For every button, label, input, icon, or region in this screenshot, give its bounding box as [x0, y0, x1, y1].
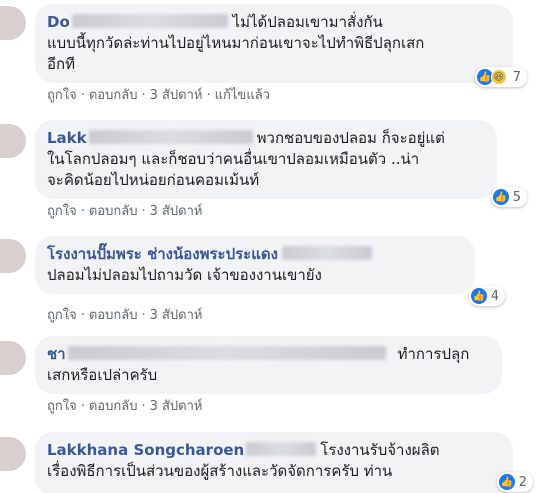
comment-text-line: โรงงานรับจ้างผลิต [320, 441, 440, 459]
avatar[interactable] [0, 124, 26, 158]
comment-text-line: แบบนี้ทุกวัดล่ะท่านไปอยู่ไหนมาก่อนเขาจะไ… [47, 34, 425, 52]
comment-actions: ถูกใจ · ตอบกลับ · 3 สัปดาห์ [47, 308, 203, 323]
comment-bubble: โรงงานปั๊มพระ ช่างน้องพระประแดง ปลอมไม่ป… [35, 236, 505, 306]
comment-text-line: อีกที [47, 55, 75, 73]
comment-actions: ถูกใจ · ตอบกลับ · 3 สัปดาห์ [47, 399, 203, 414]
reaction-count: 2 [518, 474, 527, 490]
like-icon: 👍 [498, 474, 515, 490]
comment-2: Lakk พวกชอบของปลอม ก็จะอยู่แต่ ในโลกปลอมๆ… [35, 120, 550, 220]
comment-timestamp[interactable]: 3 สัปดาห์ [150, 88, 203, 103]
reaction-count: 7 [512, 69, 521, 85]
comment-actions: ถูกใจ · ตอบกลับ · 3 สัปดาห์ · แก้ไขแล้ว [47, 88, 270, 103]
reply-action[interactable]: ตอบกลับ [89, 88, 138, 103]
avatar[interactable] [0, 341, 26, 375]
like-action[interactable]: ถูกใจ [47, 308, 77, 323]
redacted-text [67, 346, 386, 360]
comment-text-line: ทำการปลุก [397, 345, 470, 363]
avatar[interactable] [0, 6, 26, 40]
comment-text-line: ไม่ได้ปลอมเขามาสั่งกัน [232, 13, 383, 31]
avatar[interactable] [0, 437, 26, 471]
edited-label[interactable]: แก้ไขแล้ว [215, 88, 270, 103]
like-action[interactable]: ถูกใจ [47, 88, 77, 103]
comment-text-line: เรื่องพิธีการเป็นส่วนของผู้สร้างและวัดจั… [47, 462, 393, 480]
comment-4: ชา ทำการปลุก เสกหรือเปล่าครับ ถูกใจ · ตอบกล… [35, 336, 550, 415]
comment-text-line: เสกหรือเปล่าครับ [47, 366, 158, 384]
reaction-count: 5 [512, 189, 521, 205]
comment-author[interactable]: ชา [47, 345, 66, 363]
comment-1: Do ไม่ได้ปลอมเขามาสั่งกัน แบบนี้ทุกวัดล่… [35, 4, 550, 104]
reaction-summary[interactable]: 👍 😆 7 [474, 67, 527, 87]
comment-bubble: ชา ทำการปลุก เสกหรือเปล่าครับ [35, 336, 502, 394]
like-icon: 👍 [470, 288, 487, 304]
reply-action[interactable]: ตอบกลับ [89, 204, 138, 219]
comment-5: Lakkhana Songcharoen โรงงานรับจ้างผลิต เร… [35, 432, 550, 493]
comment-text-line: จะคิดน้อยไปหน่อยก่อนคอมเม้นท์ [47, 171, 260, 189]
like-action[interactable]: ถูกใจ [47, 399, 77, 414]
comment-3: โรงงานปั๊มพระ ช่างน้องพระประแดง ปลอมไม่ป… [35, 236, 550, 324]
like-icon: 👍 [492, 189, 509, 205]
comment-timestamp[interactable]: 3 สัปดาห์ [150, 399, 203, 414]
reaction-summary[interactable]: 👍 4 [468, 286, 505, 306]
comment-timestamp[interactable]: 3 สัปดาห์ [150, 308, 203, 323]
comment-text-line: พวกชอบของปลอม ก็จะอยู่แต่ [256, 129, 445, 147]
comment-bubble: Lakkhana Songcharoen โรงงานรับจ้างผลิต เร… [35, 432, 533, 493]
comment-author[interactable]: Lakk [47, 129, 87, 147]
avatar[interactable] [0, 239, 26, 273]
comment-text-line: ปลอมไม่ปลอมไปถามวัด เจ้าของงานเขายัง [47, 266, 322, 284]
reply-action[interactable]: ตอบกลับ [89, 399, 138, 414]
comment-bubble: Lakk พวกชอบของปลอม ก็จะอยู่แต่ ในโลกปลอมๆ… [35, 120, 527, 207]
redacted-text [88, 130, 253, 144]
comment-text-line: ในโลกปลอมๆ และก็ชอบว่าคนอื่นเขาปลอมเหมือ… [47, 150, 420, 168]
reaction-count: 4 [490, 288, 499, 304]
redacted-text [281, 246, 372, 260]
reply-action[interactable]: ตอบกลับ [89, 308, 138, 323]
redacted-text [246, 442, 317, 456]
comment-author[interactable]: โรงงานปั๊มพระ ช่างน้องพระประแดง [47, 245, 278, 263]
comment-author[interactable]: Lakkhana Songcharoen [47, 441, 244, 459]
reaction-summary[interactable]: 👍 5 [490, 187, 527, 207]
comment-thread: Do ไม่ได้ปลอมเขามาสั่งกัน แบบนี้ทุกวัดล่… [0, 0, 551, 493]
redacted-text [71, 14, 228, 28]
comment-author[interactable]: Do [47, 13, 70, 31]
like-action[interactable]: ถูกใจ [47, 204, 77, 219]
comment-timestamp[interactable]: 3 สัปดาห์ [150, 204, 203, 219]
comment-bubble: Do ไม่ได้ปลอมเขามาสั่งกัน แบบนี้ทุกวัดล่… [35, 4, 527, 87]
comment-actions: ถูกใจ · ตอบกลับ · 3 สัปดาห์ [47, 204, 203, 219]
reaction-summary[interactable]: 👍 2 [496, 472, 533, 492]
haha-icon: 😆 [490, 69, 507, 85]
